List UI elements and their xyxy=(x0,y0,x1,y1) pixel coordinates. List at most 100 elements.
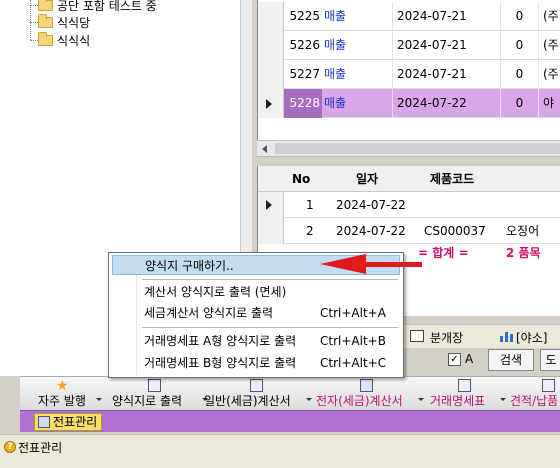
dropdown-arrow-icon xyxy=(96,398,102,401)
voucher-type: 매출 xyxy=(324,96,347,110)
checkbox-label: A xyxy=(465,352,474,366)
row-indicator xyxy=(258,192,284,218)
voucher-amount: 0 xyxy=(500,31,538,60)
scroll-thumb[interactable] xyxy=(275,143,560,154)
book-icon xyxy=(410,330,424,342)
bar-chart-icon xyxy=(500,330,514,342)
toolbar-button-label: 일반(세금)계산서 xyxy=(204,394,291,408)
folder-icon xyxy=(38,0,53,11)
voucher-amount: 0 xyxy=(500,2,538,31)
arrow-head-icon xyxy=(320,254,366,274)
voucher-grid: 5225 매출 2024-07-21 0 (주 5226 매출 2024-07-… xyxy=(257,0,560,140)
current-row-arrow-icon xyxy=(266,200,272,210)
row-indicator xyxy=(258,2,284,31)
column-header-code[interactable]: 제품코드 xyxy=(430,166,474,192)
voucher-type: 매출 xyxy=(324,38,347,52)
customer-name: (주 xyxy=(538,60,560,89)
menu-item-print-statement-a[interactable]: 거래명세표 A형 양식지로 출력 Ctrl+Alt+B xyxy=(112,331,400,351)
tree-item-label: 공단 포함 테스트 중 xyxy=(57,0,157,13)
menu-separator xyxy=(142,279,398,280)
estimate-button[interactable]: 견적/납품 xyxy=(506,377,560,411)
horizontal-scrollbar[interactable] xyxy=(257,140,560,157)
tree-item-label: 식식당 xyxy=(57,15,91,30)
bottom-toolbar: ★ 자주 발행 양식지로 출력 일반(세금)계산서 전자(세금)계산서 거래명세… xyxy=(20,376,560,410)
voucher-date: 2024-07-21 xyxy=(392,31,500,60)
customer-name: 야 xyxy=(538,89,560,118)
current-row-arrow-icon xyxy=(266,99,272,109)
menu-item-label: 세금계산서 양식지로 출력 xyxy=(144,306,274,320)
statement-button[interactable]: 거래명세표 xyxy=(424,377,506,411)
menu-separator xyxy=(142,327,398,328)
toolbar-button-label: 자주 발행 xyxy=(38,394,86,408)
tree-connector xyxy=(30,0,31,40)
column-header-date[interactable]: 일자 xyxy=(356,166,378,192)
total-label: = 합계 = xyxy=(418,246,469,260)
folder-icon xyxy=(38,31,53,46)
voucher-type: 매출 xyxy=(324,9,347,23)
voucher-amount: 0 xyxy=(500,89,538,118)
annotation-arrow xyxy=(364,262,422,267)
item-date: 2024-07-22 xyxy=(336,224,406,238)
tree-item[interactable]: 식식당 xyxy=(38,13,90,31)
row-indicator xyxy=(258,89,284,118)
row-indicator xyxy=(258,60,284,89)
frequent-issue-button[interactable]: ★ 자주 발행 xyxy=(20,377,104,411)
estimate-icon xyxy=(542,379,555,392)
table-row[interactable]: 5225 매출 2024-07-21 0 (주 xyxy=(258,2,560,31)
voucher-date: 2024-07-22 xyxy=(392,89,500,118)
tree-item-label: 식식식 xyxy=(57,33,91,48)
row-indicator xyxy=(258,31,284,60)
item-name: 오징어 xyxy=(506,224,540,238)
table-row-selected[interactable]: 5228 매출 2024-07-22 0 야 xyxy=(258,89,560,118)
scroll-left-icon[interactable] xyxy=(262,145,267,153)
next-button[interactable]: 도 xyxy=(540,349,560,371)
total-value: 2 품목 xyxy=(506,246,541,260)
form-print-button[interactable]: 양식지로 출력 xyxy=(106,377,210,411)
row-indicator xyxy=(258,218,284,244)
item-no: 1 xyxy=(306,198,314,212)
table-row[interactable]: 5227 매출 2024-07-21 0 (주 xyxy=(258,60,560,89)
e-invoice-button[interactable]: 전자(세금)계산서 xyxy=(312,377,424,411)
item-date: 2024-07-22 xyxy=(336,198,406,212)
statement-icon xyxy=(458,379,471,392)
search-row: ✓ A 검색 도 xyxy=(438,348,560,374)
menu-item-label: 거래명세표 A형 양식지로 출력 xyxy=(144,334,297,348)
tree-item[interactable]: 공단 포함 테스트 중 xyxy=(38,0,157,14)
menu-item-label: 양식지 구매하기.. xyxy=(145,259,234,273)
report-button[interactable]: [야소] xyxy=(516,329,547,346)
menu-item-print-tax-invoice[interactable]: 세금계산서 양식지로 출력 Ctrl+Alt+A xyxy=(112,303,400,323)
checkbox[interactable]: ✓ xyxy=(448,353,461,366)
menu-item-label: 거래명세표 B형 양식지로 출력 xyxy=(144,356,297,370)
voucher-amount: 0 xyxy=(500,60,538,89)
table-row[interactable]: 5226 매출 2024-07-21 0 (주 xyxy=(258,31,560,60)
item-grid-header: No 일자 제품코드 xyxy=(258,166,560,192)
document-tab-bar: 전표관리 xyxy=(20,410,560,432)
column-header-no[interactable]: No xyxy=(292,166,310,192)
invoice-button[interactable]: 일반(세금)계산서 xyxy=(200,377,312,411)
form-icon xyxy=(148,379,161,392)
item-code: CS000037 xyxy=(424,224,486,238)
row-number: 5225 xyxy=(289,9,320,23)
journal-button[interactable]: 분개장 xyxy=(430,329,463,346)
menu-item-print-tax-free-invoice[interactable]: 계산서 양식지로 출력 (면세) xyxy=(112,282,400,302)
customer-name: (주 xyxy=(538,2,560,31)
tree-item[interactable]: 식식식 xyxy=(38,31,90,49)
search-button[interactable]: 검색 xyxy=(488,349,534,371)
tree-connector xyxy=(30,40,38,41)
menu-item-shortcut: Ctrl+Alt+B xyxy=(320,334,386,348)
row-number: 5228 xyxy=(284,89,322,118)
voucher-date: 2024-07-21 xyxy=(392,60,500,89)
tree-connector xyxy=(30,5,38,6)
status-text: 전표관리 xyxy=(18,441,63,455)
tab-voucher-management[interactable]: 전표관리 xyxy=(34,413,103,431)
tab-label: 전표관리 xyxy=(53,415,98,429)
voucher-date: 2024-07-21 xyxy=(392,2,500,31)
menu-item-print-statement-b[interactable]: 거래명세표 B형 양식지로 출력 Ctrl+Alt+C xyxy=(112,353,400,373)
help-icon: ? xyxy=(4,441,16,453)
home-tax-icon xyxy=(360,379,373,392)
menu-item-shortcut: Ctrl+Alt+A xyxy=(320,306,386,320)
table-row[interactable]: 1 2024-07-22 xyxy=(258,192,560,218)
table-row[interactable]: 2 2024-07-22 CS000037 오징어 xyxy=(258,218,560,244)
customer-name: (주 xyxy=(538,31,560,60)
status-bar: ? 전표관리 xyxy=(0,434,560,468)
